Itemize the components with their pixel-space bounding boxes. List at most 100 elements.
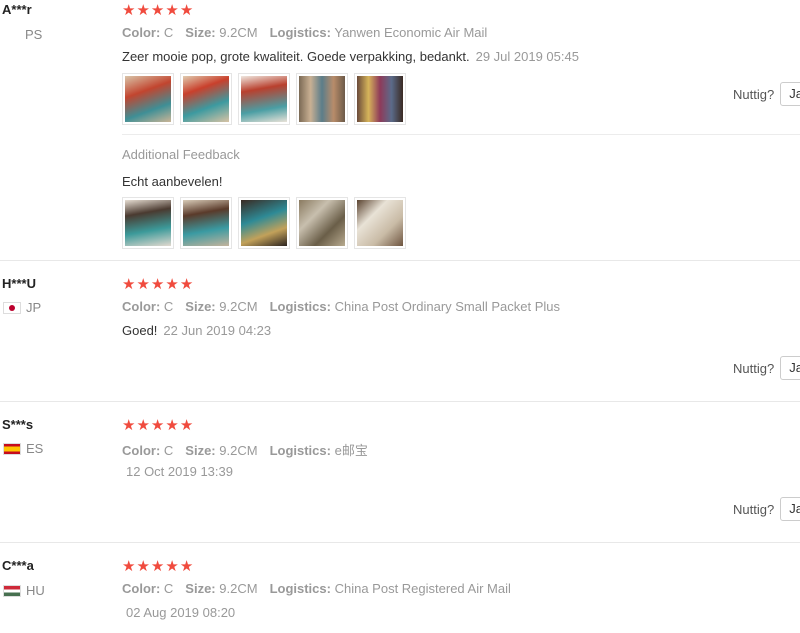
order-info: Color: C Size: 9.2CM Logistics: e邮宝 — [122, 440, 368, 459]
star-icon: ★ — [165, 276, 179, 293]
star-icon: ★ — [150, 417, 165, 434]
helpful-label: Nuttig? — [733, 86, 775, 102]
helpful-label: Nuttig? — [733, 501, 775, 517]
review-body: Goed! — [122, 323, 158, 338]
logistics-value: China Post Registered Air Mail — [334, 581, 511, 596]
star-icon: ★ — [136, 2, 150, 19]
star-icon: ★ — [150, 276, 165, 293]
helpful-label: Nuttig? — [733, 360, 775, 376]
helpful-vote: Nuttig? Ja — [733, 82, 800, 106]
review-date: 12 Oct 2019 13:39 — [126, 464, 233, 479]
size-label: Size: — [185, 581, 216, 596]
review-date: 29 Jul 2019 05:45 — [475, 49, 579, 64]
star-icon: ★ — [136, 558, 150, 575]
color-label: Color: — [122, 581, 161, 596]
logistics-label: Logistics: — [269, 443, 331, 458]
country-code: PS — [25, 27, 43, 42]
reviewer-name: S***s — [2, 417, 34, 432]
star-icon: ★ — [122, 276, 136, 293]
reviewer-country: ES — [3, 441, 43, 456]
order-info: Color: C Size: 9.2CM Logistics: Yanwen Eco… — [122, 25, 487, 40]
star-icon: ★ — [136, 417, 150, 434]
color-value: C — [163, 25, 174, 40]
helpful-yes-button[interactable]: Ja — [780, 82, 800, 106]
star-icon: ★ — [122, 558, 136, 575]
review-body: Zeer mooie pop, grote kwaliteit. Goede v… — [122, 49, 470, 64]
order-info: Color: C Size: 9.2CM Logistics: China Post… — [122, 299, 560, 314]
star-rating: ★ ★ ★ ★ ★ — [122, 418, 193, 433]
logistics-value: China Post Ordinary Small Packet Plus — [334, 299, 561, 314]
review-date: 22 Jun 2019 04:23 — [163, 323, 272, 338]
review-photo-thumbnail[interactable] — [296, 197, 348, 249]
review-photo-thumbnail[interactable] — [180, 73, 232, 125]
review-divider — [0, 260, 800, 261]
star-icon: ★ — [150, 2, 165, 19]
review-photo-thumbnail[interactable] — [354, 73, 406, 125]
size-value: 9.2CM — [219, 25, 258, 40]
jp-flag-icon — [3, 301, 21, 314]
size-value: 9.2CM — [219, 581, 258, 596]
size-value: 9.2CM — [219, 299, 258, 314]
review-divider — [0, 401, 800, 402]
hu-flag-icon — [3, 584, 21, 597]
star-rating: ★ ★ ★ ★ ★ — [122, 559, 193, 574]
reviewer-name: C***a — [2, 558, 34, 573]
reviewer-name: H***U — [2, 276, 36, 291]
order-info: Color: C Size: 9.2CM Logistics: China Post… — [122, 581, 511, 596]
color-value: C — [163, 443, 174, 458]
color-value: C — [163, 581, 174, 596]
size-label: Size: — [185, 443, 216, 458]
reviewer-name: A***r — [2, 2, 32, 17]
review-photo-thumbnail[interactable] — [122, 197, 174, 249]
star-icon: ★ — [165, 417, 179, 434]
country-code: ES — [26, 441, 44, 456]
star-icon: ★ — [122, 417, 136, 434]
review-photo-thumbnail[interactable] — [180, 197, 232, 249]
country-code: HU — [26, 583, 45, 598]
star-icon: ★ — [165, 558, 179, 575]
logistics-label: Logistics: — [269, 25, 331, 40]
helpful-yes-button[interactable]: Ja — [780, 497, 800, 521]
size-value: 9.2CM — [219, 443, 258, 458]
size-label: Size: — [185, 299, 216, 314]
additional-feedback-divider — [122, 134, 800, 135]
es-flag-icon — [3, 442, 21, 455]
review-photo-thumbnail[interactable] — [354, 197, 406, 249]
logistics-value: e邮宝 — [334, 443, 368, 458]
star-icon: ★ — [179, 276, 194, 293]
review-photos — [122, 73, 406, 125]
review-photo-thumbnail[interactable] — [238, 73, 290, 125]
star-icon: ★ — [179, 558, 194, 575]
color-label: Color: — [122, 25, 161, 40]
color-label: Color: — [122, 443, 161, 458]
star-icon: ★ — [150, 558, 165, 575]
reviewer-country: JP — [3, 300, 41, 315]
star-icon: ★ — [179, 2, 194, 19]
color-value: C — [163, 299, 174, 314]
reviewer-country: PS — [3, 27, 42, 42]
logistics-value: Yanwen Economic Air Mail — [334, 25, 488, 40]
helpful-vote: Nuttig? Ja — [733, 356, 800, 380]
star-rating: ★ ★ ★ ★ ★ — [122, 277, 193, 292]
review-photo-thumbnail[interactable] — [238, 197, 290, 249]
additional-feedback-label: Additional Feedback — [122, 147, 240, 162]
review-date: 02 Aug 2019 08:20 — [126, 605, 236, 620]
star-icon: ★ — [122, 2, 136, 19]
review-text: Zeer mooie pop, grote kwaliteit. Goede v… — [122, 49, 579, 64]
country-code: JP — [26, 300, 42, 315]
review-photo-thumbnail[interactable] — [122, 73, 174, 125]
star-icon: ★ — [136, 276, 150, 293]
review-photo-thumbnail[interactable] — [296, 73, 348, 125]
size-label: Size: — [185, 25, 216, 40]
helpful-yes-button[interactable]: Ja — [780, 356, 800, 380]
logistics-label: Logistics: — [269, 299, 331, 314]
star-rating: ★ ★ ★ ★ ★ — [122, 3, 193, 18]
color-label: Color: — [122, 299, 161, 314]
star-icon: ★ — [165, 2, 179, 19]
review-divider — [0, 542, 800, 543]
additional-feedback-text: Echt aanbevelen! — [122, 174, 223, 189]
star-icon: ★ — [179, 417, 194, 434]
reviewer-country: HU — [3, 583, 45, 598]
helpful-vote: Nuttig? Ja — [733, 497, 800, 521]
additional-feedback-photos — [122, 197, 406, 249]
